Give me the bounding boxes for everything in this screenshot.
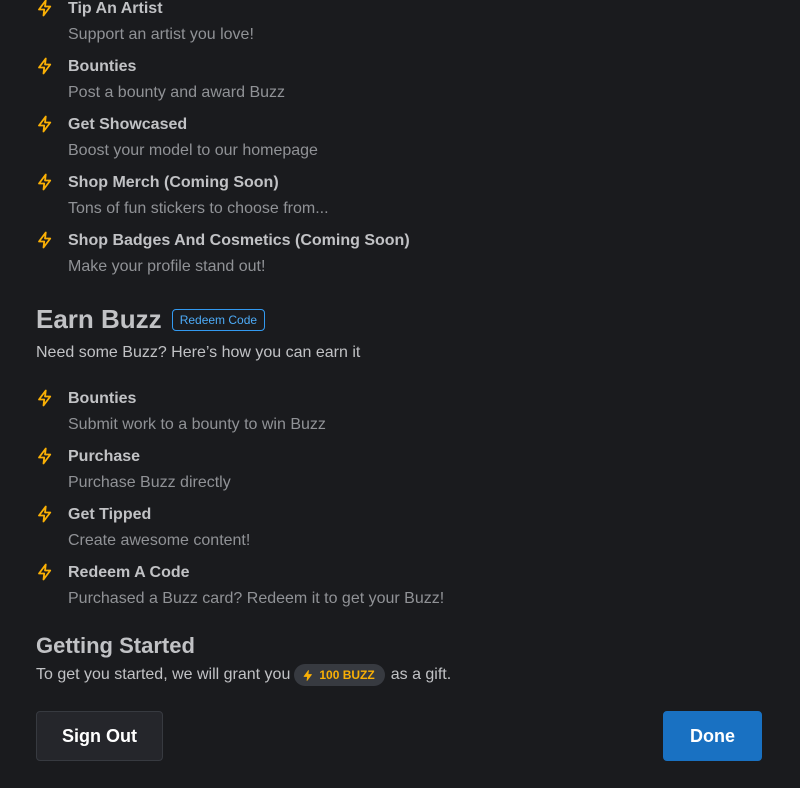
bolt-icon — [38, 389, 52, 407]
bolt-icon — [38, 447, 52, 465]
earn-buzz-title: Earn Buzz — [36, 304, 162, 334]
earn-buzz-subtitle: Need some Buzz? Here’s how you can earn … — [36, 344, 361, 361]
getting-started-title: Getting Started — [36, 633, 195, 658]
item-title: Tip An Artist — [68, 0, 163, 17]
item-description: Purchase Buzz directly — [68, 474, 231, 491]
item-description: Post a bounty and award Buzz — [68, 84, 286, 101]
getting-started-text: To get you started, we will grant you 10… — [36, 664, 451, 686]
item-description: Tons of fun stickers to choose from... — [68, 200, 329, 217]
item-title: Get Tipped — [68, 506, 152, 523]
item-description: Submit work to a bounty to win Buzz — [68, 416, 326, 433]
item-title: Shop Merch (Coming Soon) — [68, 174, 279, 191]
item-description: Make your profile stand out! — [68, 258, 266, 275]
item-title: Bounties — [68, 58, 137, 75]
sign-out-button[interactable]: Sign Out — [36, 711, 163, 761]
bolt-icon — [38, 0, 52, 17]
buzz-gift-badge: 100 BUZZ — [294, 664, 385, 686]
gift-text-after: as a gift. — [390, 666, 452, 683]
onboarding-page: Tip An Artist Support an artist you love… — [0, 0, 800, 788]
bolt-icon — [303, 669, 313, 681]
bolt-icon — [38, 173, 52, 191]
gift-text-before: To get you started, we will grant you — [36, 666, 291, 683]
bolt-icon — [38, 231, 52, 249]
bolt-icon — [38, 57, 52, 75]
gift-amount: 100 BUZZ — [319, 668, 375, 682]
earn-buzz-header: Earn Buzz Redeem Code — [36, 304, 266, 335]
bolt-icon — [38, 115, 52, 133]
item-title: Get Showcased — [68, 116, 188, 133]
bolt-icon — [38, 505, 52, 523]
done-button[interactable]: Done — [663, 711, 762, 761]
item-description: Purchased a Buzz card? Redeem it to get … — [68, 590, 445, 607]
item-title: Redeem A Code — [68, 564, 190, 581]
item-title: Bounties — [68, 390, 137, 407]
item-title: Shop Badges And Cosmetics (Coming Soon) — [68, 232, 410, 249]
item-description: Support an artist you love! — [68, 26, 254, 43]
item-description: Create awesome content! — [68, 532, 251, 549]
redeem-code-button[interactable]: Redeem Code — [171, 308, 266, 331]
bolt-icon — [38, 563, 52, 581]
item-description: Boost your model to our homepage — [68, 142, 318, 159]
item-title: Purchase — [68, 448, 141, 465]
